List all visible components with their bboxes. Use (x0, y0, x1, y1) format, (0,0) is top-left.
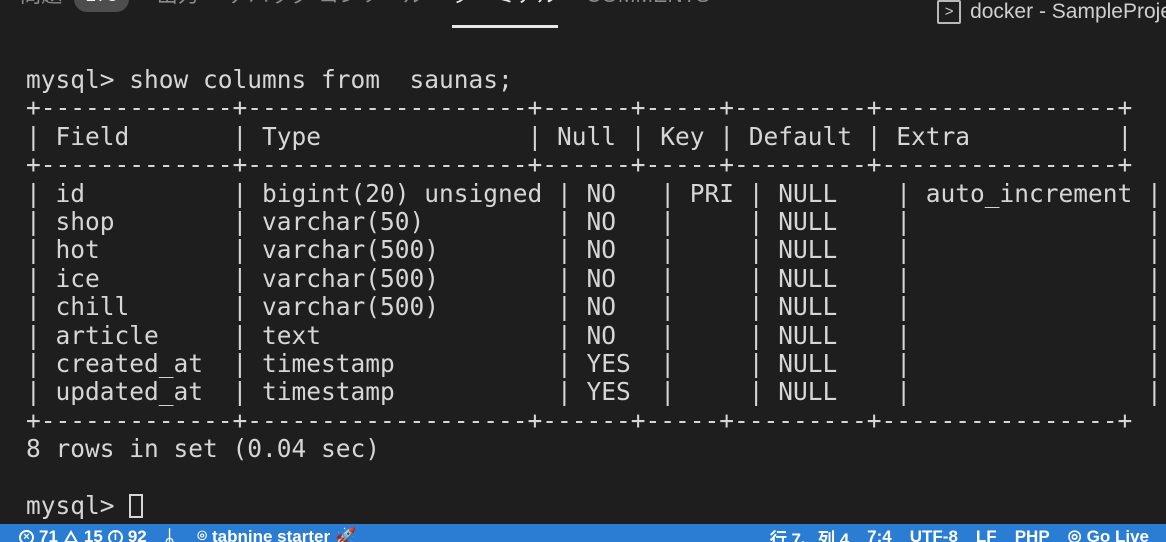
problems-count-badge: 178 (74, 0, 128, 12)
tab-debug-console[interactable]: デバッグ コンソール (227, 0, 438, 10)
tabnine-icon: ⌾ (197, 529, 207, 542)
status-go-live[interactable]: ◎ Go Live (1059, 524, 1158, 542)
terminal-input-line[interactable]: mysql> (26, 492, 1166, 520)
terminal-instance-label: docker - SampleProje (970, 0, 1166, 24)
status-language-mode[interactable]: PHP (1006, 524, 1059, 542)
blank-line (26, 464, 1166, 492)
info-circle-icon: i (108, 530, 123, 542)
table-row: | updated_at | timestamp | YES | | NULL … (26, 378, 1166, 406)
tab-output-label: 出力 (157, 0, 199, 10)
warning-count: 15 (84, 527, 103, 542)
error-icon-glyph: × (23, 532, 29, 542)
status-eol[interactable]: LF (967, 524, 1006, 542)
terminal-icon: > (937, 0, 961, 24)
table-row: | shop | varchar(50) | NO | | NULL | | (26, 208, 1166, 236)
tab-debug-console-label: デバッグ コンソール (227, 0, 424, 10)
tab-terminal[interactable]: ターミナル (452, 0, 572, 10)
status-problems[interactable]: × 71 15 i 92 (10, 524, 156, 542)
status-bar: × 71 15 i 92 ᛦ ⌾ tabnine starter 🚀 行 7、列… (0, 524, 1166, 542)
tab-comments-label: COMMENTS (586, 0, 710, 10)
table-top-rule: +-------------+-------------------+-----… (26, 94, 1166, 122)
terminal-prompt: mysql> (26, 491, 129, 520)
info-icon-glyph: i (114, 532, 117, 542)
git-branch-icon: ᛦ (165, 529, 175, 542)
tab-problems[interactable]: 問題 178 (20, 0, 143, 10)
info-count: 92 (128, 527, 147, 542)
warning-triangle-icon (63, 530, 79, 542)
table-row: | article | text | NO | | NULL | | (26, 322, 1166, 350)
table-row: | hot | varchar(500) | NO | | NULL | | (26, 236, 1166, 264)
terminal-instance-selector[interactable]: > docker - SampleProje (937, 0, 1166, 24)
terminal-cursor (129, 494, 143, 518)
table-header-rule: +-------------+-------------------+-----… (26, 151, 1166, 179)
panel-tabs: 問題 178 出力 デバッグ コンソール ターミナル COMMENTS (20, 0, 738, 28)
terminal-output-area[interactable]: mysql> show columns from saunas; +------… (0, 28, 1166, 522)
broadcast-icon: ◎ (1068, 529, 1082, 542)
error-circle-icon: × (19, 530, 34, 542)
table-row: | id | bigint(20) unsigned | NO | PRI | … (26, 180, 1166, 208)
table-row: | ice | varchar(500) | NO | | NULL | | (26, 265, 1166, 293)
status-git-branch[interactable]: ᛦ (156, 524, 189, 542)
vscode-window: 問題 178 出力 デバッグ コンソール ターミナル COMMENTS > do… (0, 0, 1166, 542)
status-encoding[interactable]: UTF-8 (901, 524, 967, 542)
table-row: | chill | varchar(500) | NO | | NULL | | (26, 293, 1166, 321)
tabnine-label: tabnine starter (212, 527, 330, 542)
table-row: | created_at | timestamp | YES | | NULL … (26, 350, 1166, 378)
status-tabnine[interactable]: ⌾ tabnine starter 🚀 (188, 524, 365, 542)
error-count: 71 (39, 527, 58, 542)
terminal-command-line: mysql> show columns from saunas; (26, 66, 1166, 94)
tab-output[interactable]: 出力 (157, 0, 213, 10)
status-cursor-position[interactable]: 行 7、列 4 (761, 524, 858, 542)
status-bar-right: 行 7、列 4 7:4 UTF-8 LF PHP ◎ Go Live (761, 524, 1166, 542)
terminal-icon-glyph: > (945, 4, 954, 21)
rocket-icon: 🚀 (335, 527, 356, 542)
table-header-row: | Field | Type | Null | Key | Default | … (26, 123, 1166, 151)
status-bar-left: × 71 15 i 92 ᛦ ⌾ tabnine starter 🚀 (0, 524, 365, 542)
tab-comments[interactable]: COMMENTS (586, 0, 724, 10)
tab-terminal-label: ターミナル (452, 0, 558, 10)
tab-problems-label: 問題 (20, 0, 62, 10)
table-bottom-rule: +-------------+-------------------+-----… (26, 407, 1166, 435)
go-live-label: Go Live (1087, 527, 1149, 542)
status-indentation[interactable]: 7:4 (858, 524, 901, 542)
result-summary: 8 rows in set (0.04 sec) (26, 435, 1166, 463)
panel-tab-bar: 問題 178 出力 デバッグ コンソール ターミナル COMMENTS > do… (0, 0, 1166, 28)
